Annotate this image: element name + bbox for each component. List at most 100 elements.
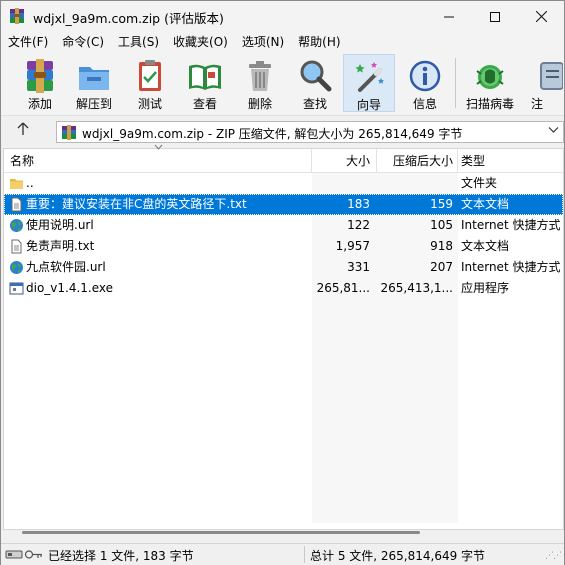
comment-label: 注 <box>531 97 544 111</box>
column-divider[interactable] <box>376 149 377 173</box>
folder-extract-icon <box>79 67 109 90</box>
magic-wand-icon <box>355 62 384 92</box>
file-row[interactable]: 使用说明.url 122 105 Internet 快捷方式 <box>4 215 563 236</box>
text-file-icon <box>9 239 24 254</box>
delete-button[interactable]: 删除 <box>234 54 286 112</box>
clipboard-check-icon <box>139 60 161 91</box>
magnifier-icon <box>300 60 332 92</box>
folder-icon <box>9 176 24 191</box>
column-header-packed[interactable]: 压缩后大小 <box>378 149 453 173</box>
file-list[interactable]: 名称 大小 压缩后大小 类型 .. 文件夹 重要：建议安装在非C盘的英文路径下.tx… <box>3 144 564 534</box>
file-type: Internet 快捷方式 <box>461 260 561 274</box>
file-row[interactable]: 免责声明.txt 1,957 918 文本文档 <box>4 236 563 257</box>
column-header-type[interactable]: 类型 <box>461 149 485 173</box>
minimize-icon <box>444 16 454 17</box>
winrar-app-icon <box>10 8 24 24</box>
comment-icon <box>540 62 563 90</box>
close-button[interactable] <box>518 1 564 32</box>
archive-icon <box>62 125 76 140</box>
path-dropdown[interactable] <box>548 124 559 138</box>
file-type: 文本文档 <box>461 197 510 211</box>
maximize-button[interactable] <box>472 1 518 32</box>
wizard-label: 向导 <box>356 98 381 112</box>
file-row[interactable]: 重要：建议安装在非C盘的英文路径下.txt 183 159 文本文档 <box>4 194 563 215</box>
maximize-icon <box>490 11 500 22</box>
sort-chevron-icon <box>154 143 163 153</box>
file-type: Internet 快捷方式 <box>461 218 561 232</box>
test-button[interactable]: 测试 <box>124 54 176 112</box>
file-packed-size <box>378 173 453 194</box>
file-row[interactable]: 九点软件园.url 331 207 Internet 快捷方式 <box>4 257 563 278</box>
info-button[interactable]: 信息 <box>399 54 451 112</box>
view-button[interactable]: 查看 <box>179 54 231 112</box>
exe-icon <box>9 281 24 296</box>
virus-scan-label: 扫描病毒 <box>465 97 514 111</box>
status-bar: 已经选择 1 文件, 183 字节 总计 5 文件, 265,814,649 字… <box>1 543 564 565</box>
path-text: wdjxl_9a9m.com.zip - ZIP 压缩文件, 解包大小为 265… <box>82 127 463 141</box>
file-name: .. <box>26 176 34 190</box>
file-name: 重要：建议安装在非C盘的英文路径下.txt <box>26 197 247 211</box>
file-size: 183 <box>347 197 370 211</box>
add-button[interactable]: 添加 <box>14 54 66 112</box>
file-name: 免责声明.txt <box>26 239 95 253</box>
file-packed-size: 207 <box>430 260 453 274</box>
file-name: 九点软件园.url <box>26 260 106 274</box>
menu-commands[interactable]: 命令(C) <box>55 32 111 52</box>
column-header-name[interactable]: 名称 <box>10 149 34 173</box>
extract-label: 解压到 <box>75 97 112 111</box>
file-packed-size: 159 <box>430 197 453 211</box>
file-size: 1,957 <box>335 239 370 253</box>
file-type: 文本文档 <box>461 239 510 253</box>
globe-icon <box>9 260 24 275</box>
toolbar-divider <box>455 58 456 108</box>
trash-can-icon <box>249 61 271 91</box>
chevron-down-icon <box>548 127 559 133</box>
minimize-button[interactable] <box>426 1 472 32</box>
resize-grip-icon[interactable]: ⋰⋰ <box>545 551 562 561</box>
horizontal-scrollbar[interactable] <box>22 531 420 534</box>
globe-icon <box>9 218 24 233</box>
wizard-button[interactable]: 向导 <box>343 54 395 112</box>
info-label: 信息 <box>412 97 437 111</box>
file-name: 使用说明.url <box>26 218 94 232</box>
menu-tools[interactable]: 工具(S) <box>111 32 166 52</box>
file-row[interactable]: dio_v1.4.1.exe 265,81... 265,413,1... 应用程序 <box>4 278 563 299</box>
archive-books-icon <box>27 59 53 93</box>
file-size <box>312 173 370 194</box>
column-header-size[interactable]: 大小 <box>312 149 370 173</box>
status-divider <box>304 546 305 563</box>
file-packed-size: 105 <box>430 218 453 232</box>
up-arrow-icon <box>17 122 29 135</box>
file-packed-size: 265,413,1... <box>380 281 453 295</box>
column-divider[interactable] <box>457 149 458 173</box>
text-file-icon <box>9 197 24 212</box>
path-combobox[interactable]: wdjxl_9a9m.com.zip - ZIP 压缩文件, 解包大小为 265… <box>56 121 564 143</box>
find-button[interactable]: 查找 <box>289 54 341 112</box>
virus-scan-button[interactable]: 扫描病毒 <box>463 54 517 112</box>
extract-button[interactable]: 解压到 <box>68 54 120 112</box>
status-selection: 已经选择 1 文件, 183 字节 <box>48 549 194 563</box>
menu-file[interactable]: 文件(F) <box>1 32 55 52</box>
menu-help[interactable]: 帮助(H) <box>291 32 347 52</box>
file-type: 应用程序 <box>461 281 510 295</box>
file-row[interactable]: .. 文件夹 <box>4 173 563 194</box>
find-label: 查找 <box>302 97 327 111</box>
open-book-icon <box>189 64 221 90</box>
menu-bar: 文件(F) 命令(C) 工具(S) 收藏夹(O) 选项(N) 帮助(H) <box>1 32 564 52</box>
title-bar: wdjxl_9a9m.com.zip (评估版本) <box>1 1 564 32</box>
file-name: dio_v1.4.1.exe <box>26 281 114 295</box>
delete-label: 删除 <box>247 97 272 111</box>
file-size: 331 <box>347 260 370 274</box>
file-size: 122 <box>347 218 370 232</box>
comment-button[interactable]: 注 <box>523 54 563 112</box>
file-size: 265,81... <box>316 281 370 295</box>
toolbar: 添加 解压到 测试 查看 删除 查找 向导 信息 扫描病毒 注 <box>1 52 564 116</box>
winrar-window: wdjxl_9a9m.com.zip (评估版本) 文件(F) 命令(C) 工具… <box>0 0 565 565</box>
menu-favorites[interactable]: 收藏夹(O) <box>166 32 235 52</box>
test-label: 测试 <box>137 97 162 111</box>
list-header: 名称 大小 压缩后大小 类型 <box>4 144 563 173</box>
menu-options[interactable]: 选项(N) <box>235 32 291 52</box>
bug-icon <box>476 65 504 89</box>
up-button[interactable] <box>11 122 35 142</box>
address-bar: wdjxl_9a9m.com.zip - ZIP 压缩文件, 解包大小为 265… <box>1 117 564 147</box>
